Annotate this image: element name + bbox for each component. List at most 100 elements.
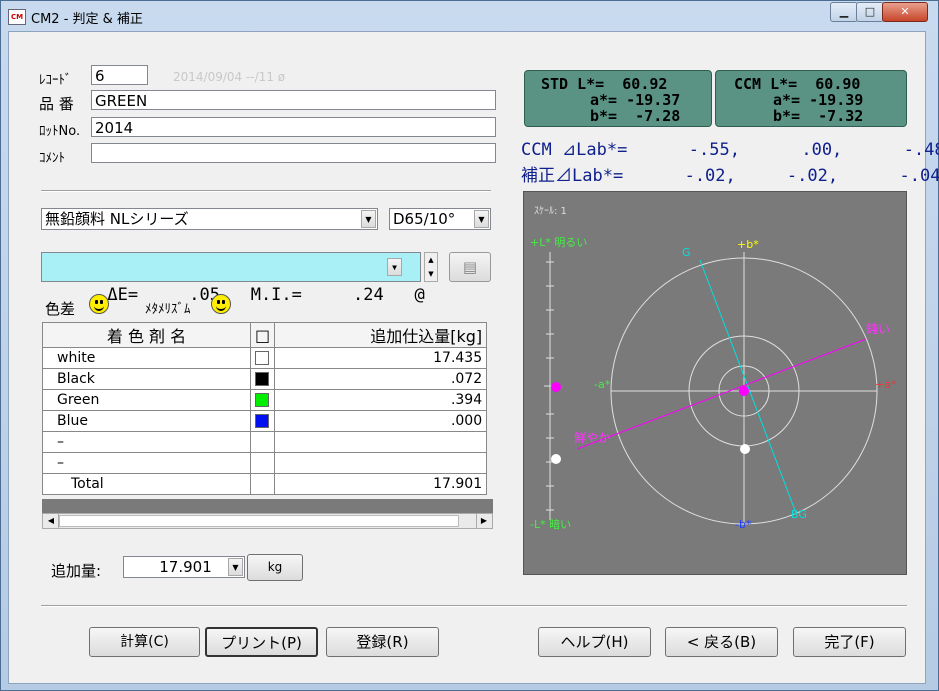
table-row[interactable]: Green .394: [42, 389, 488, 411]
colorant-swatch: [255, 372, 269, 386]
comment-field[interactable]: [91, 143, 496, 163]
separator-bottom: [41, 605, 907, 607]
product-field[interactable]: GREEN: [91, 90, 496, 110]
total-label: Total: [42, 473, 251, 495]
plot-b-neg: -b*: [735, 518, 752, 531]
metamerism-label: ﾒﾀﾒﾘｽﾞﾑ: [145, 302, 191, 317]
maximize-button[interactable]: □: [856, 2, 884, 22]
colorant-amount[interactable]: 17.435: [274, 347, 488, 369]
table-row[interactable]: –: [42, 431, 488, 453]
plot-a-pos: +a*: [875, 378, 897, 391]
total-value: 17.901: [274, 473, 488, 495]
plot-a-neg: -a*: [594, 378, 611, 391]
colorant-swatch-cell: [249, 410, 276, 432]
plot-l-down: -L* 暗い: [530, 517, 571, 531]
scroll-right-icon[interactable]: ▶: [476, 514, 491, 528]
app-icon: CM: [8, 9, 26, 25]
print-button[interactable]: プリント(P): [205, 627, 318, 657]
plot-g: G: [682, 246, 691, 259]
notes-button[interactable]: ▤: [449, 252, 491, 282]
smiley-icon: [89, 294, 109, 314]
colorant-swatch-cell: [249, 347, 276, 369]
colorant-amount[interactable]: [274, 452, 488, 474]
colorant-amount[interactable]: .394: [274, 389, 488, 411]
color-plot: ｽｹｰﾙ: 1 +L* 明るい -L* 暗い +b* -b* +a* -a* G…: [523, 191, 907, 575]
register-button[interactable]: 登録(R): [326, 627, 439, 657]
table-empty-area: [42, 499, 493, 513]
colorant-swatch-cell: [249, 431, 276, 453]
plot-dull: 鈍い: [866, 321, 890, 336]
ccm-dlab: CCM ⊿Lab*= -.55, .00, -.48: [521, 140, 939, 160]
chevron-down-icon[interactable]: ▼: [361, 210, 376, 228]
table-row[interactable]: Black .072: [42, 368, 488, 390]
colorant-swatch: [255, 393, 269, 407]
table-row-total[interactable]: Total 17.901: [42, 473, 488, 495]
colorant-name: white: [42, 347, 251, 369]
ab-point-std: [739, 386, 749, 396]
hue-line: [699, 259, 797, 514]
plot-scale: ｽｹｰﾙ: 1: [534, 205, 567, 217]
colorant-swatch: [255, 414, 269, 428]
calc-button[interactable]: 計算(C): [89, 627, 200, 657]
l-point-ccm: [551, 454, 561, 464]
colorant-swatch-cell: [249, 452, 276, 474]
std-b: b*= -7.28: [590, 107, 681, 125]
separator-top: [41, 190, 491, 192]
client-area: ﾚｺｰﾄﾞ 6 2014/09/04 --/11 ø 品 番 GREEN ﾛｯﾄ…: [8, 31, 939, 684]
col-amount-header: 追加仕込量[kg]: [274, 322, 488, 348]
notepad-icon: ▤: [462, 258, 478, 276]
horizontal-scrollbar[interactable]: ◀ ▶: [42, 513, 493, 529]
colorant-amount[interactable]: [274, 431, 488, 453]
back-button[interactable]: < 戻る(B): [665, 627, 778, 657]
window-title: CM2 - 判定 & 補正: [31, 12, 143, 27]
colorant-swatch-cell: [249, 389, 276, 411]
smiley-icon: [211, 294, 231, 314]
table-row[interactable]: Blue .000: [42, 410, 488, 432]
table-row[interactable]: white 17.435: [42, 347, 488, 369]
chevron-down-icon[interactable]: ▼: [228, 558, 243, 576]
ccm-b: b*= -7.32: [773, 107, 864, 125]
colorant-amount[interactable]: .000: [274, 410, 488, 432]
series-select[interactable]: 無鉛顔料 NLシリーズ ▼: [41, 208, 378, 230]
lot-field[interactable]: 2014: [91, 117, 496, 137]
chevron-down-icon[interactable]: ▼: [474, 210, 489, 228]
colorant-name: –: [42, 452, 251, 474]
add-amount-value: 17.901: [159, 558, 212, 576]
title-bar[interactable]: CM CM2 - 判定 & 補正 ▁ □ ✕: [1, 1, 938, 31]
delta-e-select[interactable]: ΔE= .05 M.I.= .24 @ ▼: [41, 252, 425, 305]
colorant-amount[interactable]: .072: [274, 368, 488, 390]
plot-bg: BG: [791, 508, 807, 521]
chevron-down-icon[interactable]: ▼: [387, 258, 402, 276]
table-row[interactable]: –: [42, 452, 488, 474]
std-lab-panel: STD L*= 60.92 a*= -19.37 b*= -7.28: [524, 70, 712, 127]
help-button[interactable]: ヘルプ(H): [538, 627, 651, 657]
add-amount-select[interactable]: 17.901 ▼: [123, 556, 245, 578]
color-diff-label: 色差: [45, 300, 76, 318]
colorant-name: Blue: [42, 410, 251, 432]
scroll-left-icon[interactable]: ◀: [44, 514, 59, 528]
chroma-line: [576, 338, 867, 450]
series-select-value: 無鉛顔料 NLシリーズ: [45, 210, 189, 228]
scroll-thumb[interactable]: [59, 515, 459, 527]
hosei-dlab: 補正⊿Lab*= -.02, -.02, -.04: [521, 166, 939, 186]
record-field[interactable]: 6: [91, 65, 148, 85]
delta-e-spinner[interactable]: ▲ ▼: [424, 252, 438, 282]
colorant-swatch-cell: [249, 368, 276, 390]
illuminant-select[interactable]: D65/10° ▼: [389, 208, 491, 230]
color-plot-svg: ｽｹｰﾙ: 1 +L* 明るい -L* 暗い +b* -b* +a* -a* G…: [530, 205, 897, 531]
colorant-name: Black: [42, 368, 251, 390]
plot-b-pos: +b*: [737, 238, 759, 251]
record-date-ghost: 2014/09/04 --/11 ø: [173, 70, 286, 84]
colorant-table: 着 色 剤 名 □ 追加仕込量[kg] white 17.435 Black .072…: [42, 322, 488, 495]
illuminant-select-value: D65/10°: [393, 210, 456, 228]
plot-vivid: 鮮やか: [574, 431, 610, 445]
unit-kg-button[interactable]: kg: [247, 554, 303, 581]
close-button[interactable]: ✕: [882, 2, 928, 22]
lot-label: ﾛｯﾄNo.: [39, 124, 81, 139]
minimize-button[interactable]: ▁: [830, 2, 858, 22]
window: CM CM2 - 判定 & 補正 ▁ □ ✕ ﾚｺｰﾄﾞ 6 2014/09/0…: [0, 0, 939, 691]
col-name-header: 着 色 剤 名: [42, 322, 251, 348]
colorant-name: Green: [42, 389, 251, 411]
finish-button[interactable]: 完了(F): [793, 627, 906, 657]
record-label: ﾚｺｰﾄﾞ: [39, 73, 72, 88]
